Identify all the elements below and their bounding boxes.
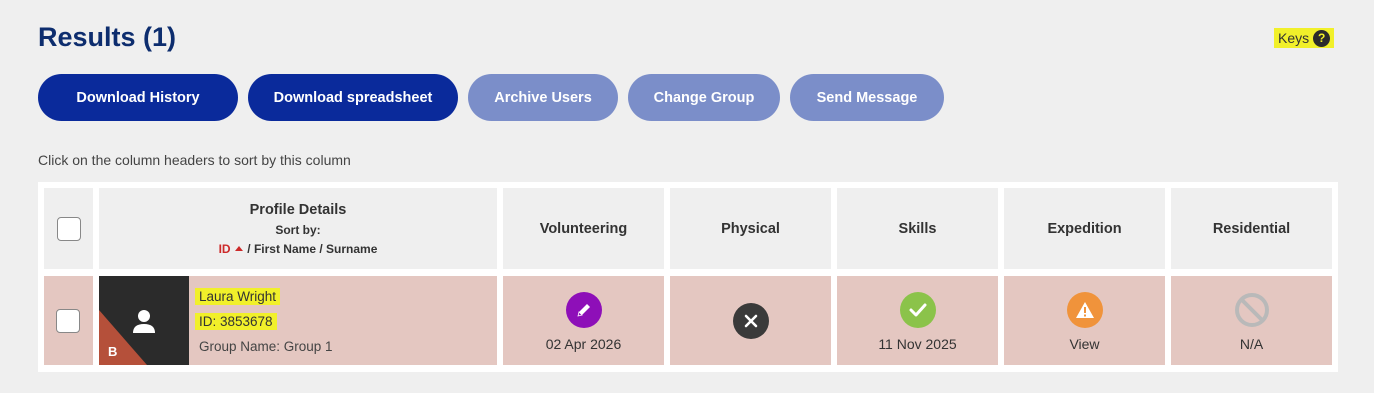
physical-cell[interactable] xyxy=(670,276,831,365)
volunteering-cell[interactable]: 02 Apr 2026 xyxy=(503,276,664,365)
expedition-cell[interactable]: View xyxy=(1004,276,1165,365)
row-checkbox[interactable] xyxy=(56,309,80,333)
keys-help-link[interactable]: Keys ? xyxy=(1274,28,1335,48)
column-header-expedition[interactable]: Expedition xyxy=(1004,188,1165,269)
warning-icon xyxy=(1066,292,1103,328)
sort-option-id[interactable]: ID xyxy=(219,242,231,256)
send-message-button[interactable]: Send Message xyxy=(790,74,944,121)
expedition-view-link[interactable]: View xyxy=(1069,336,1099,352)
level-badge: B xyxy=(108,344,118,359)
cross-icon xyxy=(732,303,769,339)
skills-cell[interactable]: 11 Nov 2025 xyxy=(837,276,998,365)
check-icon xyxy=(899,292,936,328)
page-title: Results (1) xyxy=(38,22,177,52)
column-header-skills[interactable]: Skills xyxy=(837,188,998,269)
download-history-button[interactable]: Download History xyxy=(38,74,238,121)
user-id-text: ID: 3853678 xyxy=(195,313,277,330)
volunteering-date: 02 Apr 2026 xyxy=(545,336,622,352)
skills-date: 11 Nov 2025 xyxy=(878,336,957,352)
sort-by-label: Sort by: xyxy=(275,222,321,237)
archive-users-button[interactable]: Archive Users xyxy=(468,74,618,121)
sort-option-surname[interactable]: Surname xyxy=(326,242,377,256)
column-header-residential[interactable]: Residential xyxy=(1171,188,1332,269)
residential-cell: N/A xyxy=(1171,276,1332,365)
column-header-physical[interactable]: Physical xyxy=(670,188,831,269)
user-icon-head xyxy=(138,310,150,322)
sort-separator: / xyxy=(247,241,251,256)
user-icon-body xyxy=(133,324,155,333)
pencil-icon xyxy=(565,292,602,328)
header-select-cell xyxy=(44,188,93,269)
sort-options: ID / First Name / Surname xyxy=(219,242,378,256)
not-allowed-icon xyxy=(1234,292,1270,328)
sort-separator: / xyxy=(319,241,323,256)
sort-ascending-icon xyxy=(234,245,243,251)
user-name[interactable]: Laura Wright xyxy=(195,288,281,305)
help-icon: ? xyxy=(1313,29,1331,47)
column-header-volunteering[interactable]: Volunteering xyxy=(503,188,664,269)
keys-label: Keys xyxy=(1278,30,1310,46)
column-header-profile[interactable]: Profile Details Sort by: ID / First Name… xyxy=(99,188,497,269)
change-group-button[interactable]: Change Group xyxy=(628,74,780,121)
avatar[interactable]: B xyxy=(99,276,189,365)
user-id: ID: 3853678 xyxy=(195,313,277,330)
user-group: Group Name: Group 1 xyxy=(199,339,333,354)
sort-hint: Click on the column headers to sort by t… xyxy=(38,152,351,168)
sort-option-first-name[interactable]: First Name xyxy=(254,242,316,256)
row-select-cell xyxy=(44,276,93,365)
profile-header-label: Profile Details xyxy=(249,201,347,218)
residential-status: N/A xyxy=(1239,336,1264,352)
select-all-checkbox[interactable] xyxy=(56,216,81,241)
download-spreadsheet-button[interactable]: Download spreadsheet xyxy=(248,74,458,121)
user-name-text: Laura Wright xyxy=(195,288,281,305)
